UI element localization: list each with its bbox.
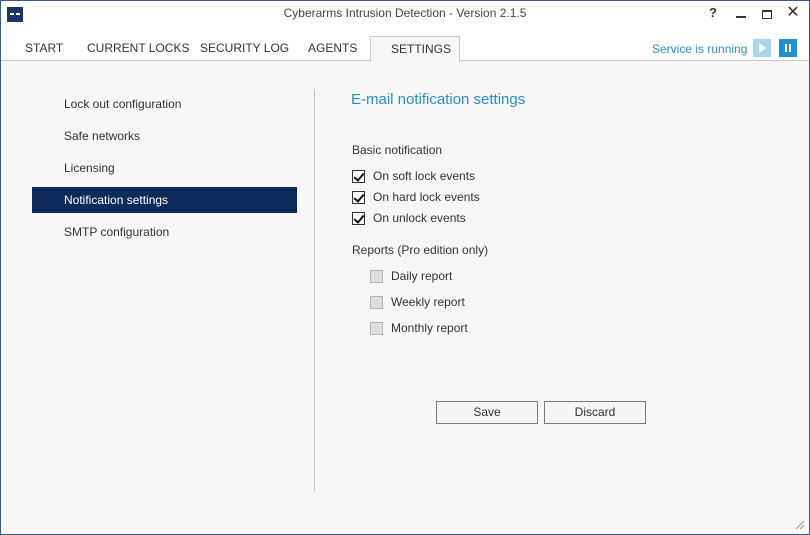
soft-lock-label: On soft lock events	[373, 169, 476, 183]
monthly-report-checkbox-row[interactable]: Monthly report	[370, 320, 468, 336]
monthly-report-checkbox[interactable]	[370, 321, 383, 335]
basic-notification-label: Basic notification	[352, 143, 443, 157]
help-button[interactable]: ?	[701, 3, 725, 23]
tab-settings[interactable]: SETTINGS	[370, 36, 460, 62]
save-button[interactable]: Save	[436, 401, 538, 424]
soft-lock-checkbox[interactable]	[352, 169, 365, 183]
daily-report-checkbox[interactable]	[370, 269, 383, 283]
daily-report-checkbox-row[interactable]: Daily report	[370, 268, 452, 284]
nav-item-lock-out-configuration[interactable]: Lock out configuration	[32, 91, 297, 117]
minimize-button[interactable]	[729, 3, 753, 23]
start-service-button[interactable]	[753, 39, 771, 57]
minimize-icon	[736, 16, 746, 19]
hard-lock-checkbox-row[interactable]: On hard lock events	[352, 189, 480, 205]
weekly-report-label: Weekly report	[391, 295, 465, 309]
close-button[interactable]: ✕	[781, 3, 805, 23]
main-tabs: START CURRENT LOCKS SECURITY LOG AGENTS …	[1, 27, 809, 62]
discard-button[interactable]: Discard	[544, 401, 646, 424]
tab-security-log[interactable]: SECURITY LOG	[200, 37, 289, 61]
nav-item-safe-networks[interactable]: Safe networks	[32, 123, 297, 149]
maximize-icon	[762, 9, 772, 19]
tab-start[interactable]: START	[25, 37, 63, 61]
unlock-label: On unlock events	[373, 211, 466, 225]
title-bar[interactable]: Cyberarms Intrusion Detection - Version …	[1, 1, 809, 27]
unlock-checkbox[interactable]	[352, 211, 365, 225]
daily-report-label: Daily report	[391, 269, 453, 283]
maximize-button[interactable]	[755, 3, 779, 23]
section-title: E-mail notification settings	[351, 91, 526, 108]
app-window: Cyberarms Intrusion Detection - Version …	[0, 0, 810, 535]
soft-lock-checkbox-row[interactable]: On soft lock events	[352, 168, 475, 184]
hard-lock-label: On hard lock events	[373, 190, 480, 204]
vertical-divider	[314, 89, 315, 491]
tab-current-locks[interactable]: CURRENT LOCKS	[87, 37, 189, 61]
monthly-report-label: Monthly report	[391, 321, 468, 335]
window-title: Cyberarms Intrusion Detection - Version …	[283, 6, 527, 20]
nav-item-smtp-configuration[interactable]: SMTP configuration	[32, 219, 297, 245]
nav-item-notification-settings[interactable]: Notification settings	[32, 187, 297, 213]
weekly-report-checkbox-row[interactable]: Weekly report	[370, 294, 465, 310]
pause-service-button[interactable]	[779, 39, 797, 57]
weekly-report-checkbox[interactable]	[370, 295, 383, 309]
resize-grip-icon[interactable]	[793, 518, 805, 530]
reports-label: Reports (Pro edition only)	[352, 243, 489, 257]
tab-agents[interactable]: AGENTS	[308, 37, 357, 61]
hard-lock-checkbox[interactable]	[352, 190, 365, 204]
nav-item-licensing[interactable]: Licensing	[32, 155, 297, 181]
unlock-checkbox-row[interactable]: On unlock events	[352, 210, 466, 226]
service-status-text: Service is running	[652, 42, 748, 56]
